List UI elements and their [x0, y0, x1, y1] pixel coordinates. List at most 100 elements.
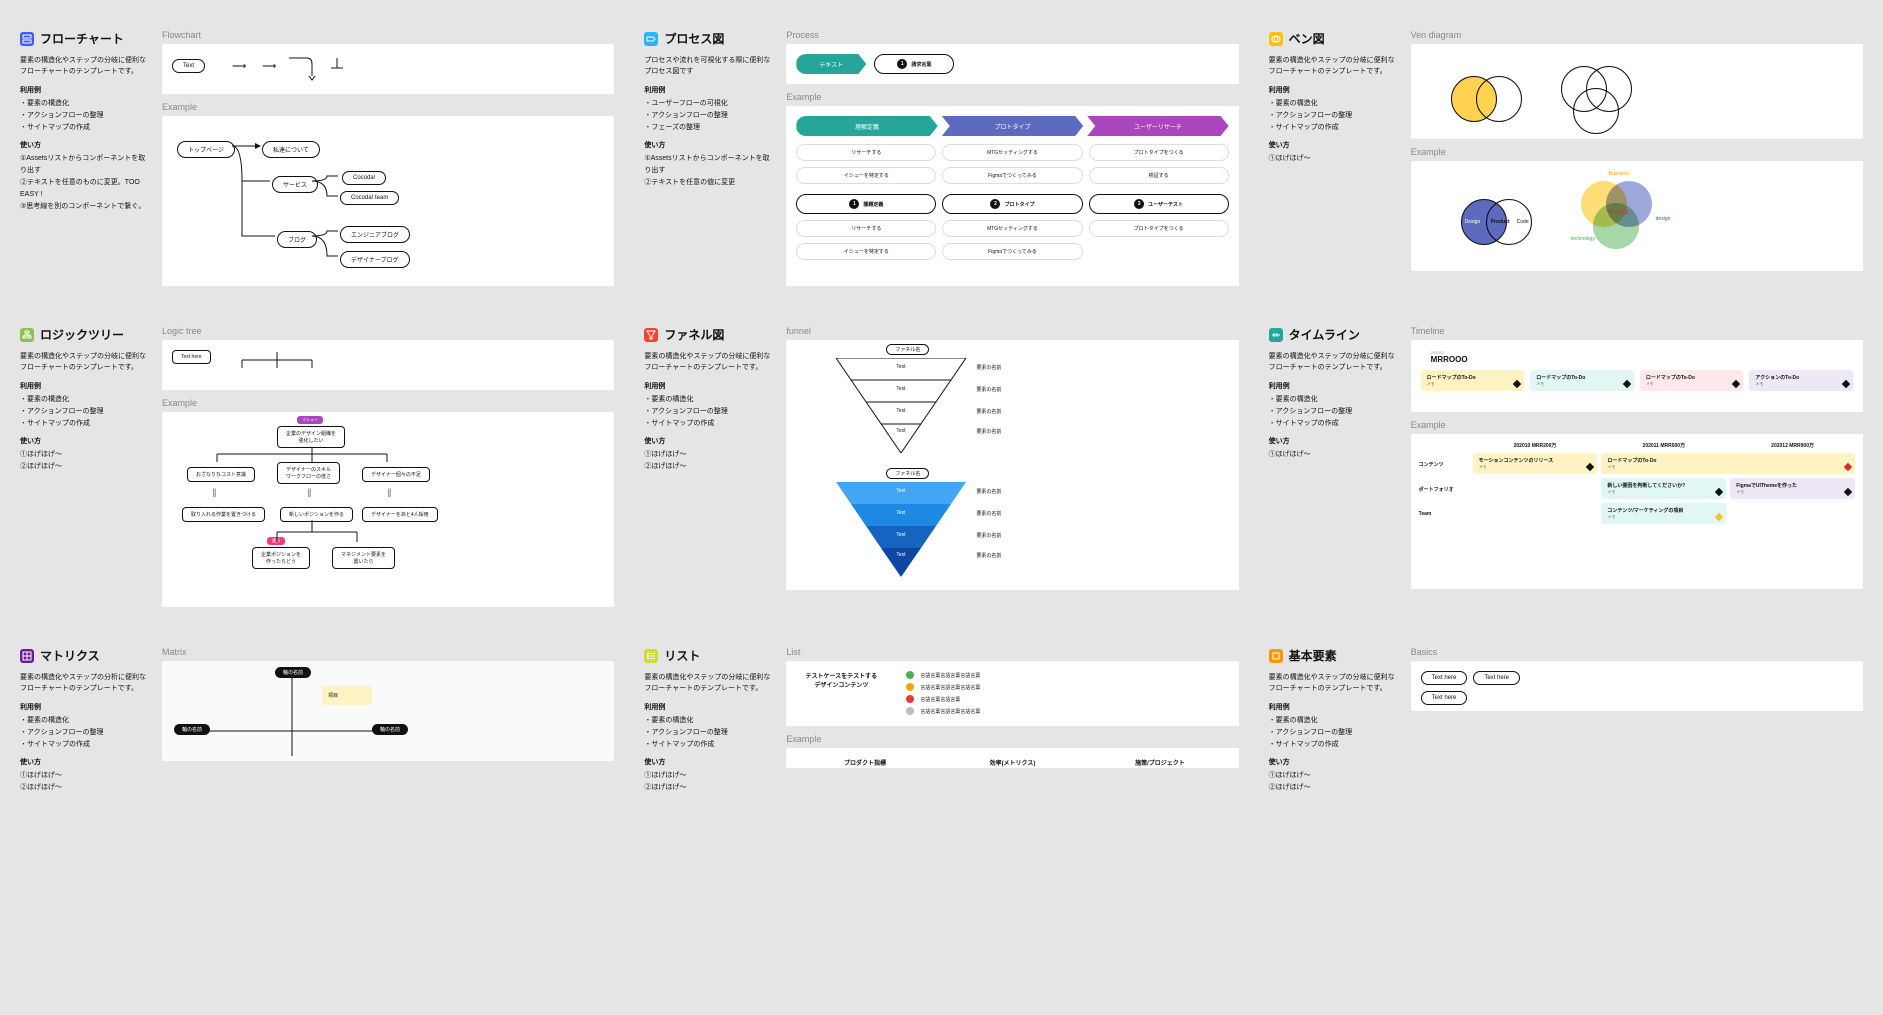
step: プロトタイプ	[942, 116, 1083, 136]
label: Design	[1465, 219, 1481, 225]
list-item: 言語言葉言語言葉	[906, 695, 1228, 703]
col: 202012 MRR900万	[1730, 442, 1855, 449]
preview-template: 202012 MRROOO ロードマップのTo-Doメモ ロードマップのTo-D…	[1411, 340, 1863, 412]
card-logictree: ロジックツリー 要素の構造化やステップの分岐に便利なフローチャートのテンプレート…	[20, 326, 614, 607]
side: 要素の名前	[976, 408, 1001, 415]
col: 202011 MRR500万	[1601, 442, 1726, 449]
node: Text	[172, 59, 205, 73]
list-item: 言語言葉言語言葉言語言葉	[906, 683, 1228, 691]
card-basics: 基本要素 要素の構造化やステップの分岐に便利なフローチャートのテンプレートです。…	[1269, 647, 1863, 794]
side: 要素の名前	[976, 532, 1001, 539]
timeline-icon	[1269, 328, 1283, 342]
step: テキスト	[796, 54, 866, 74]
row-head: ポートフォリオ	[1419, 478, 1469, 499]
how-head: 使い方	[20, 140, 150, 150]
preview-basics: Text here Text here Text here	[1411, 661, 1863, 711]
level: Text	[896, 488, 905, 494]
tree-lines	[232, 350, 382, 380]
num-pill: 2プロトタイプ	[942, 194, 1082, 214]
header: ファネル名	[886, 344, 929, 355]
process-icon	[644, 32, 658, 46]
card-process: プロセス図 プロセスや流れを可視化する際に便利なプロセス図です 利用例 ユーザー…	[644, 30, 1238, 286]
pill: リサーチする	[796, 220, 936, 237]
top-label: Flowchart	[162, 30, 614, 40]
side: 要素の名前	[976, 386, 1001, 393]
title: プロセス図	[664, 30, 724, 47]
list-head: テストケースをテストする デザインコンテンツ	[796, 671, 886, 689]
axis-label: 軸の名前	[275, 667, 311, 678]
card-venn: ベン図 要素の構造化やステップの分岐に便利なフローチャートのテンプレートです。 …	[1269, 30, 1863, 286]
label: technology	[1571, 236, 1595, 242]
funnel-icon	[644, 328, 658, 342]
num-pill: 3ユーザーテスト	[1089, 194, 1229, 214]
flowchart-icon	[20, 32, 34, 46]
connector-icon	[287, 56, 327, 81]
pill: MTGセッティングする	[942, 220, 1082, 237]
label: Code	[1517, 219, 1529, 225]
level: Text	[896, 386, 905, 392]
goal: MRROOO	[1431, 355, 1853, 364]
how-text: ①Assetsリストからコンポーネントを取り出す ②テキストを任意のものに変更。…	[20, 153, 150, 212]
dot-icon	[906, 695, 914, 703]
row-head: Team	[1419, 503, 1469, 524]
side: 要素の名前	[976, 364, 1001, 371]
sticky-note: 項目	[322, 686, 372, 705]
venn-icon	[1269, 32, 1283, 46]
pill: イシューを特定する	[796, 243, 936, 260]
card: 新しい要因を判断してくださいか?メモ	[1601, 478, 1726, 499]
funnel-filled	[836, 482, 966, 577]
list-item: 言語言葉言語言葉言語言葉	[906, 707, 1228, 715]
dot-icon	[906, 683, 914, 691]
axis-label: 軸の名前	[372, 724, 408, 735]
preview-matrix: 軸の名前 軸の名前 軸の名前 項目	[162, 661, 614, 761]
list-item: 言語言葉言語言葉言語言葉	[906, 671, 1228, 679]
label: Business	[1609, 171, 1629, 177]
preview-funnel: ファネル名 Text Text Text Text 要素の名前 要素の名前 要素…	[786, 340, 1238, 590]
pill: プロトタイプをつくる	[1089, 144, 1229, 161]
connectors	[162, 116, 614, 286]
pill: プロトタイプをつくる	[1089, 220, 1229, 237]
preview-template	[1411, 44, 1863, 139]
card-timeline: タイムライン 要素の構造化やステップの分岐に便利なフローチャートのテンプレートで…	[1269, 326, 1863, 607]
pill: Text here	[1421, 671, 1468, 685]
card: コンテンツ/マーケティングの項目メモ	[1601, 503, 1726, 524]
step-pill: 1請求言葉	[874, 54, 954, 74]
card: FigmaでUIThemeを作ったメモ	[1730, 478, 1855, 499]
preview-example: トップページ 私達について サービス Cocoda! Cocoda! team …	[162, 116, 614, 286]
level: Text	[896, 532, 905, 538]
use-head: 利用例	[20, 85, 150, 95]
side: 要素の名前	[976, 428, 1001, 435]
card-matrix: マトリクス 要素の構造化やステップの分析に便利なフローチャートのテンプレートです…	[20, 647, 614, 794]
use-list: 要素の構造化 アクションフローの整理 サイトマップの作成	[20, 98, 150, 134]
card-list: リスト 要素の構造化やステップの分岐に便利なフローチャートのテンプレートです。 …	[644, 647, 1238, 794]
desc: 要素の構造化やステップの分岐に便利なフローチャートのテンプレートです。	[20, 55, 150, 77]
pill: イシューを特定する	[796, 167, 936, 184]
tree-icon	[20, 328, 34, 342]
side: 要素の名前	[976, 552, 1001, 559]
preview-template: Text here	[162, 340, 614, 390]
label: Product	[1491, 219, 1510, 225]
dot-icon	[906, 671, 914, 679]
funnel-outline	[836, 358, 966, 453]
num-pill: 1課題定義	[796, 194, 936, 214]
preview-example: プロダクト指標 効率(メトリクス) 施策/プロジェクト	[786, 748, 1238, 768]
card: モーションコンテンツのリリースメモ	[1473, 453, 1598, 474]
card: ロードマップのTo-Doメモ	[1601, 453, 1855, 474]
preview-template: テストケースをテストする デザインコンテンツ 言語言葉言語言葉言語言葉 言語言葉…	[786, 661, 1238, 726]
side: 要素の名前	[976, 488, 1001, 495]
axes	[162, 661, 614, 761]
card: ロードマップのTo-Doメモ	[1530, 370, 1634, 391]
level: Text	[896, 408, 905, 414]
preview-template: Text ⟶ ⟶	[162, 44, 614, 94]
dot-icon	[906, 707, 914, 715]
connector-icon	[327, 56, 347, 81]
card: ロードマップのTo-Doメモ	[1421, 370, 1525, 391]
card-flowchart: フローチャート 要素の構造化やステップの分岐に便利なフローチャートのテンプレート…	[20, 30, 614, 286]
level: Text	[896, 552, 905, 558]
card-funnel: ファネル図 要素の構造化やステップの分岐に便利なフローチャートのテンプレートです…	[644, 326, 1238, 607]
level: Text	[896, 364, 905, 370]
preview-example: 202010 MRR200万 202011 MRR500万 202012 MRR…	[1411, 434, 1863, 589]
step: 理解定義	[796, 116, 937, 136]
card: ロードマップのTo-Doメモ	[1640, 370, 1744, 391]
pill: MTGセッティングする	[942, 144, 1082, 161]
